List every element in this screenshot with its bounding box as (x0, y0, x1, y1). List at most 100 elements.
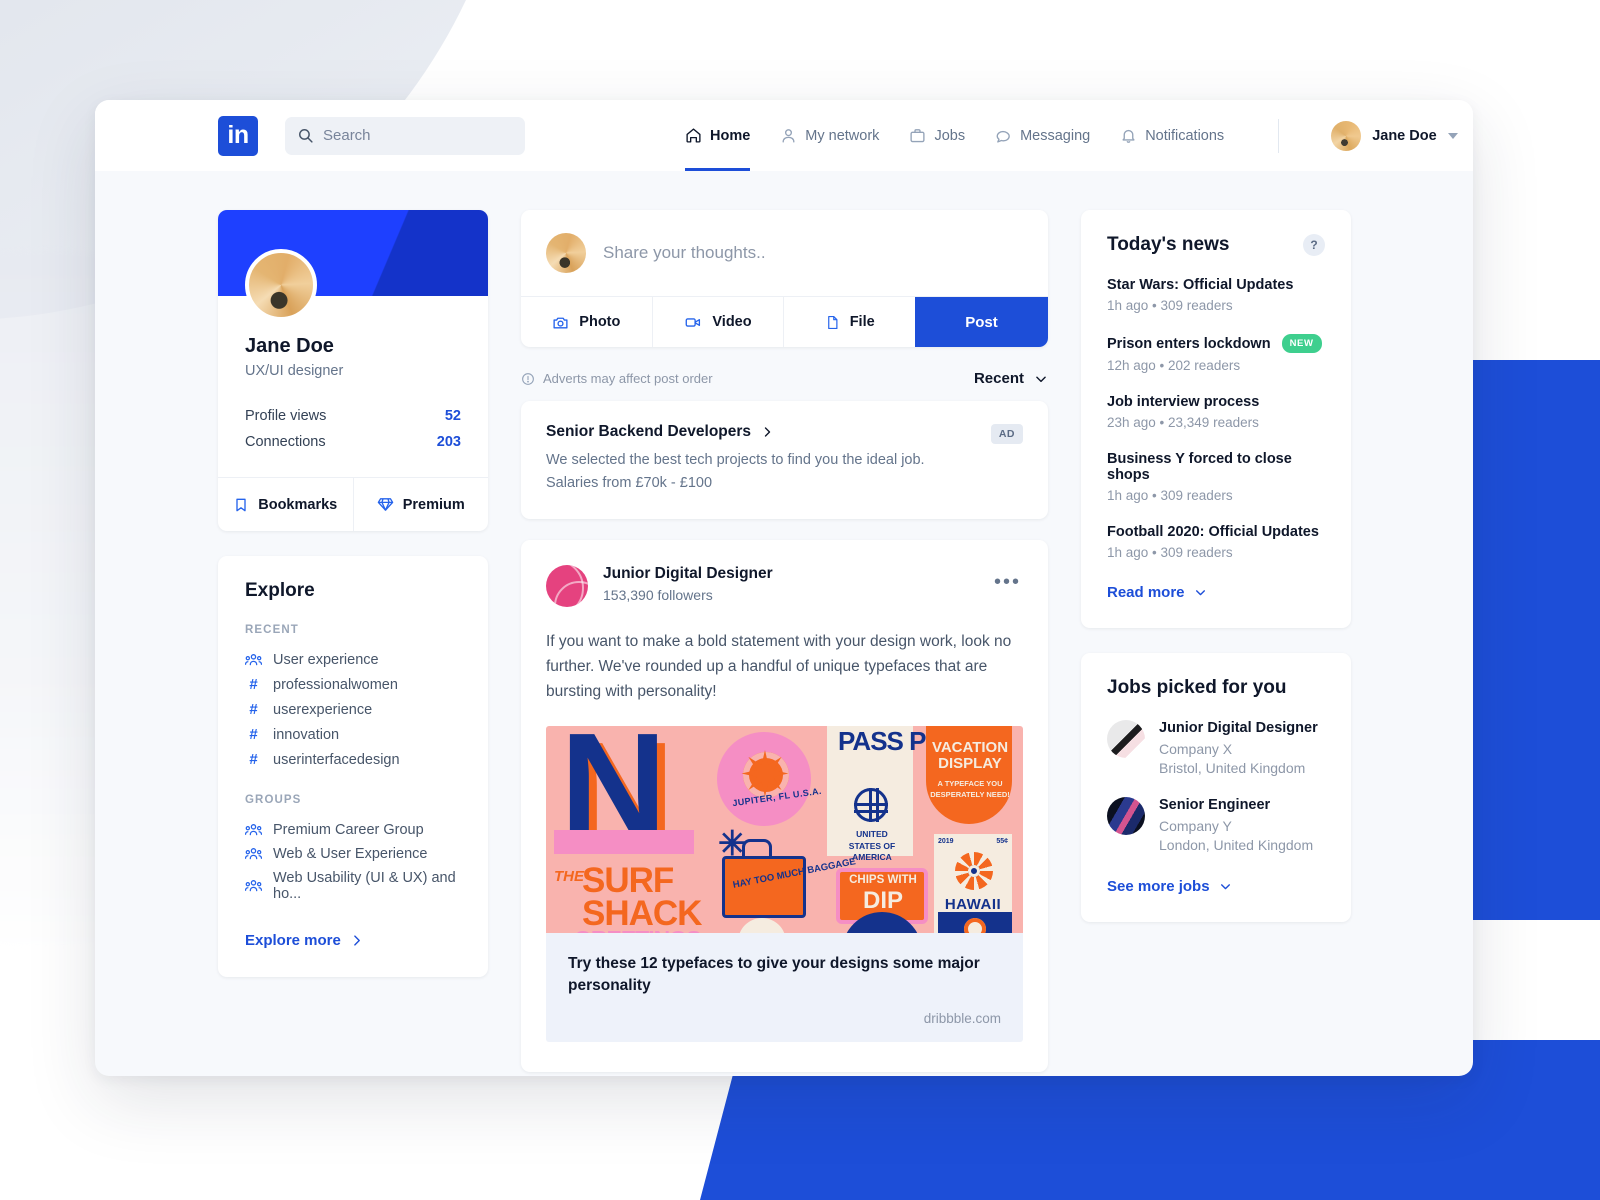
premium-button[interactable]: Premium (352, 478, 489, 531)
post-button[interactable]: Post (915, 297, 1049, 347)
add-photo-label: Photo (579, 314, 621, 330)
page-content: Jane Doe UX/UI designer Profile views 52… (95, 171, 1473, 1073)
stat-row-profile-views[interactable]: Profile views 52 (245, 403, 461, 429)
nav-item-my-network[interactable]: My network (780, 100, 879, 171)
nav-item-jobs[interactable]: Jobs (909, 100, 965, 171)
add-photo-button[interactable]: Photo (521, 297, 652, 347)
job-role: Junior Digital Designer (1159, 720, 1318, 736)
collage-orange-dot (964, 918, 986, 934)
search-icon (297, 127, 314, 144)
feed-post: Junior Digital Designer 153,390 follower… (521, 539, 1048, 1073)
profile-menu-button[interactable]: Jane Doe (1331, 120, 1458, 151)
post-author[interactable]: Junior Digital Designer (603, 565, 773, 583)
chevron-down-icon (1219, 880, 1232, 893)
ad-title-row: Senior Backend Developers (546, 423, 1023, 441)
explore-title: Explore (245, 580, 315, 601)
nav-item-home[interactable]: Home (685, 100, 751, 171)
nav-item-messaging[interactable]: Messaging (995, 100, 1090, 171)
chevron-down-icon (1194, 586, 1207, 599)
see-more-jobs-link[interactable]: See more jobs (1107, 878, 1325, 895)
news-item[interactable]: Star Wars: Official Updates 1h ago • 309… (1107, 277, 1325, 313)
question-icon[interactable]: ? (1303, 234, 1325, 256)
avatar (546, 233, 586, 273)
profile-name: Jane Doe (245, 335, 334, 357)
collage-greetings: GREETINGS (574, 926, 701, 933)
search-box[interactable] (285, 116, 525, 155)
collage-usa-text: UNITED STATES OF AMERICA (848, 829, 896, 863)
jobs-title: Jobs picked for you (1107, 677, 1287, 698)
job-list-item[interactable]: Senior Engineer Company Y London, United… (1107, 797, 1325, 853)
explore-card: Explore RECENT User experience # profess… (218, 556, 488, 977)
file-icon (825, 314, 840, 331)
group-item-label: Web & User Experience (273, 846, 428, 862)
adverts-notice: Adverts may affect post order (521, 371, 713, 386)
bookmarks-label: Bookmarks (258, 496, 338, 513)
ad-badge: AD (990, 424, 1023, 444)
ad-description: We selected the best tech projects to fi… (546, 452, 925, 491)
ad-title: Senior Backend Developers (546, 423, 752, 440)
post-image[interactable]: N THE SURF SHACK GREETINGS ✷ JUPITER, FL… (546, 726, 1023, 934)
hash-icon: # (249, 726, 258, 743)
job-role: Senior Engineer (1159, 797, 1271, 813)
explore-item-user-experience[interactable]: User experience (245, 648, 461, 672)
news-headline: Business Y forced to close shops (1107, 451, 1292, 483)
explore-item-label: professionalwomen (273, 676, 398, 693)
collage-inlet-badge (738, 918, 786, 934)
bookmark-icon (233, 497, 249, 513)
person-icon (780, 127, 797, 144)
add-video-button[interactable]: Video (651, 297, 784, 347)
read-more-link[interactable]: Read more (1107, 584, 1325, 601)
explore-more-link[interactable]: Explore more (245, 932, 461, 949)
news-item[interactable]: Business Y forced to close shops 1h ago … (1107, 451, 1325, 503)
group-item-web-user-experience[interactable]: Web & User Experience (245, 842, 461, 866)
camera-icon (552, 314, 569, 331)
groups-section-label: GROUPS (245, 794, 302, 806)
briefcase-icon (909, 127, 926, 144)
profile-avatar[interactable] (245, 249, 317, 321)
home-icon (685, 127, 702, 144)
stat-label: Connections (245, 434, 326, 450)
news-item[interactable]: Prison enters lockdown NEW 12h ago • 202… (1107, 334, 1325, 373)
collage-surf-shack: SURF SHACK (582, 863, 702, 931)
stat-value: 203 (436, 434, 461, 450)
search-input[interactable] (323, 127, 513, 144)
group-item-premium-career-group[interactable]: Premium Career Group (245, 818, 461, 842)
post-menu-button[interactable]: ••• (994, 571, 1021, 594)
job-list-item[interactable]: Junior Digital Designer Company X Bristo… (1107, 720, 1325, 776)
explore-item-innovation[interactable]: # innovation (245, 722, 461, 747)
news-item[interactable]: Football 2020: Official Updates 1h ago •… (1107, 524, 1325, 560)
sponsored-ad-card[interactable]: Senior Backend Developers We selected th… (521, 401, 1048, 519)
collage-stamp-numbers: 2019 55¢ (938, 838, 1008, 845)
profile-stats: Profile views 52 Connections 203 (245, 403, 461, 477)
explore-item-userexperience[interactable]: # userexperience (245, 697, 461, 722)
bookmarks-button[interactable]: Bookmarks (218, 478, 353, 531)
post-composer: Photo Video (521, 210, 1049, 347)
news-item[interactable]: Job interview process 23h ago • 23,349 r… (1107, 394, 1325, 430)
group-item-web-usability[interactable]: Web Usability (UI & UX) and ho... (245, 866, 461, 906)
feed-sort-dropdown[interactable]: Recent (974, 370, 1048, 387)
linkedin-logo-icon[interactable]: in (218, 115, 258, 156)
profile-menu-name: Jane Doe (1372, 127, 1437, 144)
top-navigation-bar: in Home (95, 100, 1473, 171)
explore-item-userinterfacedesign[interactable]: # userinterfacedesign (245, 747, 461, 772)
explore-item-professionalwomen[interactable]: # professionalwomen (245, 672, 461, 697)
stat-row-connections[interactable]: Connections 203 (245, 429, 461, 455)
post-link-preview[interactable]: Try these 12 typefaces to give your desi… (546, 933, 1023, 1043)
people-icon (245, 653, 262, 667)
news-headline: Job interview process (1107, 394, 1260, 410)
collage-flower (955, 852, 993, 891)
nav-item-notifications[interactable]: Notifications (1120, 100, 1224, 171)
composer-input[interactable] (603, 243, 1025, 263)
chevron-down-icon (1447, 132, 1458, 139)
profile-card: Jane Doe UX/UI designer Profile views 52… (218, 210, 488, 531)
company-logo-icon (1107, 720, 1145, 758)
adverts-notice-label: Adverts may affect post order (543, 371, 713, 386)
nav-label-my-network: My network (805, 127, 880, 144)
add-file-button[interactable]: File (783, 297, 915, 347)
explore-item-label: User experience (273, 652, 379, 668)
avatar (1331, 120, 1362, 151)
collage-chips-text: CHIPS WITH (849, 874, 917, 887)
jobs-picked-card: Jobs picked for you Junior Digital Desig… (1081, 653, 1351, 922)
see-more-jobs-label: See more jobs (1107, 878, 1210, 895)
feed-column: Photo Video (521, 210, 1049, 1073)
